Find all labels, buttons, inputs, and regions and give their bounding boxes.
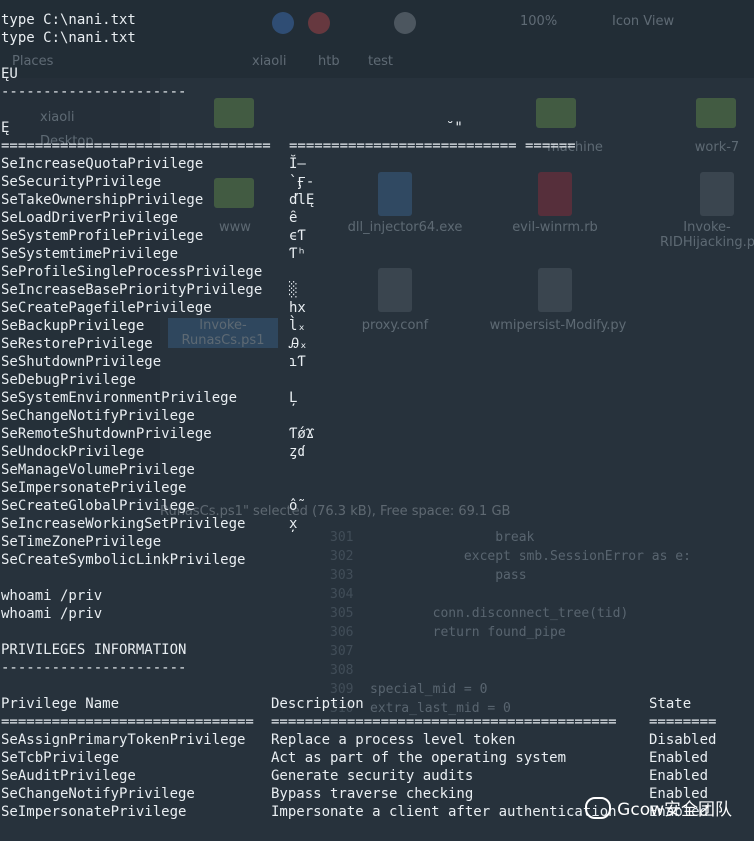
separator-left: ================================ (1, 138, 271, 154)
table-separator-description: ========================================… (271, 714, 617, 730)
garbled-header: ĘՍ (1, 66, 18, 82)
table-cell-name: SeImpersonatePrivilege (1, 804, 187, 820)
table-cell-name: SeAuditPrivilege (1, 768, 136, 784)
wechat-icon (585, 796, 612, 819)
section-title: PRIVILEGES INFORMATION (1, 642, 187, 658)
garbled-value: ďlĘ (289, 192, 315, 208)
garbled-value: Ƭʰ (289, 246, 306, 262)
privilege-name: SeManageVolumePrivilege (1, 462, 195, 478)
table-separator-state: ======== (649, 714, 717, 730)
table-header-state: State (649, 696, 692, 712)
table-cell-state: Enabled (649, 768, 709, 784)
command-line: type C:\nani.txt (1, 12, 136, 28)
separator-right: =========================== ====== (289, 138, 576, 154)
table-cell-desc: Impersonate a client after authenticatio… (271, 804, 617, 820)
table-separator-name: ============================== (1, 714, 254, 730)
garbled-value: ░ (289, 282, 298, 298)
garbled-value: ȇ (289, 210, 298, 226)
privilege-name: SeUndockPrivilege (1, 444, 145, 460)
command-echo: whoami /priv (1, 606, 103, 622)
garbled-value: ȥɗ (289, 444, 306, 460)
garbled-value: ɿƬ (289, 354, 306, 370)
privilege-name: SeImpersonatePrivilege (1, 480, 187, 496)
privilege-name: SeTimeZonePrivilege (1, 534, 162, 550)
privilege-name: SeShutdownPrivilege (1, 354, 162, 370)
privilege-name: SeRemoteShutdownPrivilege (1, 426, 212, 442)
privilege-name: SeSystemtimePrivilege (1, 246, 179, 262)
privilege-name: SeRestorePrivilege (1, 336, 153, 352)
privilege-name: SeIncreaseWorkingSetPrivilege (1, 516, 246, 532)
dash-separator: ---------------------- (1, 84, 187, 100)
watermark-text: Gcow安全团队 (617, 800, 732, 820)
garbled-value: hx (289, 300, 306, 316)
privilege-name: SeIncreaseQuotaPrivilege (1, 156, 204, 172)
terminal-output: type C:\nani.txt type C:\nani.txt ĘՍ ---… (0, 0, 754, 841)
privilege-name: SeSystemEnvironmentPrivilege (1, 390, 238, 406)
table-cell-name: SeTcbPrivilege (1, 750, 120, 766)
table-header-description: Description (271, 696, 364, 712)
table-cell-desc: Generate security audits (271, 768, 474, 784)
garbled-value: x̦ (289, 516, 298, 532)
dash-separator: ---------------------- (1, 660, 187, 676)
table-header-name: Privilege Name (1, 696, 120, 712)
garbled-value: ỗ (289, 498, 298, 514)
privilege-name: SeChangeNotifyPrivilege (1, 408, 195, 424)
table-cell-desc: Replace a process level token (271, 732, 516, 748)
privilege-name: SeIncreaseBasePriorityPrivilege (1, 282, 263, 298)
table-cell-state: Enabled (649, 750, 709, 766)
table-cell-desc: Act as part of the operating system (271, 750, 567, 766)
garbled-value: Ꭿₓ (289, 336, 308, 352)
privilege-name: SeCreatePagefilePrivilege (1, 300, 212, 316)
garbled-line: Ę (1, 120, 10, 136)
table-cell-state: Disabled (649, 732, 717, 748)
privilege-name: SeTakeOwnershipPrivilege (1, 192, 204, 208)
garbled-mark: ˘" (446, 120, 463, 136)
privilege-name: SeCreateGlobalPrivilege (1, 498, 195, 514)
privilege-name: SeDebugPrivilege (1, 372, 136, 388)
privilege-name: SeLoadDriverPrivilege (1, 210, 179, 226)
garbled-value: ϵƬ (289, 228, 306, 244)
command-line: whoami /priv (1, 588, 103, 604)
table-cell-name: SeAssignPrimaryTokenPrivilege (1, 732, 246, 748)
garbled-value: l̀ₓ (289, 318, 306, 334)
garbled-value: Ļ (289, 390, 298, 406)
table-cell-desc: Bypass traverse checking (271, 786, 474, 802)
privilege-name: SeSystemProfilePrivilege (1, 228, 204, 244)
privilege-name: SeSecurityPrivilege (1, 174, 162, 190)
privilege-name: SeBackupPrivilege (1, 318, 145, 334)
privilege-name: SeProfileSingleProcessPrivilege (1, 264, 263, 280)
command-echo: type C:\nani.txt (1, 30, 136, 46)
privilege-name: SeCreateSymbolicLinkPrivilege (1, 552, 246, 568)
garbled-value: Ĭ– (289, 156, 306, 172)
table-cell-name: SeChangeNotifyPrivilege (1, 786, 195, 802)
garbled-value: `Ӻ- (289, 174, 315, 190)
watermark: Gcow安全团队 (585, 795, 732, 820)
garbled-value: ƬǿϪ (289, 426, 315, 442)
